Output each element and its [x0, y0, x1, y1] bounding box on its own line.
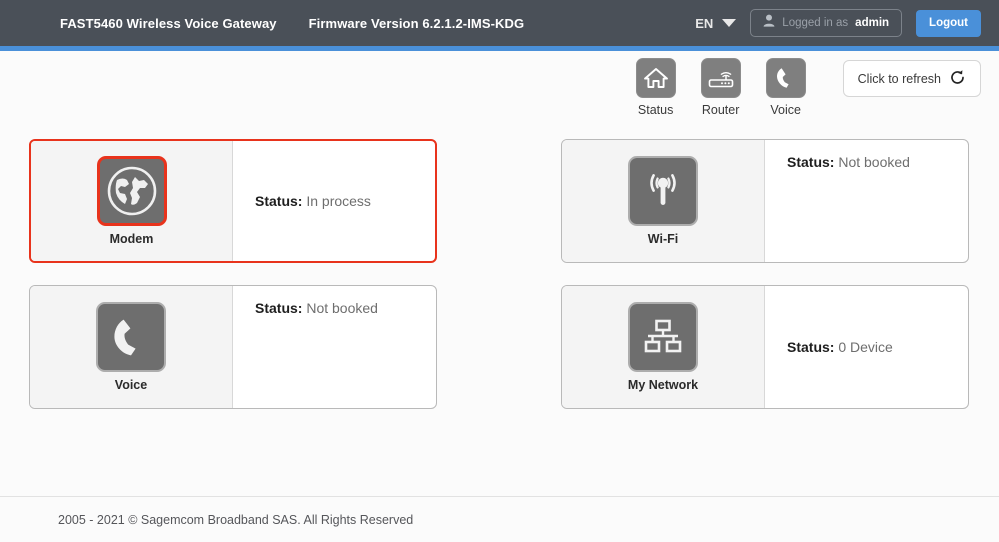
- card-voice[interactable]: Voice Status: Not booked: [29, 285, 437, 409]
- status-value: In process: [306, 193, 371, 209]
- card-wifi-icon-pane: Wi-Fi: [562, 140, 765, 262]
- card-voice-label: Voice: [115, 378, 147, 392]
- user-icon: [763, 14, 775, 32]
- card-wifi-status-pane: Status: Not booked: [765, 140, 968, 262]
- status-value: 0 Device: [838, 339, 892, 355]
- refresh-label: Click to refresh: [858, 72, 941, 86]
- card-voice-status-pane: Status: Not booked: [233, 286, 436, 408]
- language-code: EN: [695, 16, 713, 31]
- card-modem-icon-pane: Modem: [31, 141, 233, 261]
- nav-label-voice: Voice: [770, 103, 801, 117]
- card-wifi-status: Status: Not booked: [787, 154, 910, 170]
- chevron-down-icon: [722, 19, 736, 27]
- wifi-icon: [628, 156, 698, 226]
- card-my-network-icon-pane: My Network: [562, 286, 765, 408]
- home-icon: [636, 58, 676, 98]
- status-card-grid: Modem Status: In process Wi-Fi: [29, 139, 969, 409]
- status-value: Not booked: [838, 154, 910, 170]
- app-header: FAST5460 Wireless Voice Gateway Firmware…: [0, 0, 999, 46]
- refresh-icon: [949, 69, 966, 89]
- card-modem[interactable]: Modem Status: In process: [29, 139, 437, 263]
- username-label: admin: [855, 17, 889, 29]
- logout-button[interactable]: Logout: [916, 10, 981, 37]
- copyright-text: 2005 - 2021 © Sagemcom Broadband SAS. Al…: [58, 513, 413, 527]
- app-footer: 2005 - 2021 © Sagemcom Broadband SAS. Al…: [0, 496, 999, 542]
- phone-icon: [766, 58, 806, 98]
- card-my-network-status: Status: 0 Device: [787, 339, 893, 355]
- nav-item-router[interactable]: Router: [697, 58, 745, 117]
- logged-in-status: Logged in as admin: [750, 9, 902, 37]
- globe-icon: [97, 156, 167, 226]
- nav-item-status[interactable]: Status: [632, 58, 680, 117]
- status-key: Status:: [255, 300, 302, 316]
- card-modem-status-pane: Status: In process: [233, 141, 435, 261]
- status-value: Not booked: [306, 300, 378, 316]
- status-key: Status:: [787, 154, 834, 170]
- header-right-controls: EN Logged in as admin Logout: [695, 0, 981, 46]
- language-selector[interactable]: EN: [695, 16, 736, 31]
- top-navigation: Status Router Voice Click to refresh: [632, 58, 981, 117]
- card-my-network-label: My Network: [628, 378, 698, 392]
- firmware-version: Firmware Version 6.2.1.2-IMS-KDG: [309, 16, 525, 31]
- nav-label-router: Router: [702, 103, 740, 117]
- header-accent-stripe: [0, 46, 999, 51]
- network-icon: [628, 302, 698, 372]
- card-voice-icon-pane: Voice: [30, 286, 233, 408]
- logged-in-label: Logged in as: [782, 17, 848, 29]
- card-voice-status: Status: Not booked: [255, 300, 378, 316]
- card-my-network[interactable]: My Network Status: 0 Device: [561, 285, 969, 409]
- product-name: FAST5460 Wireless Voice Gateway: [60, 16, 277, 31]
- card-modem-status: Status: In process: [255, 193, 371, 209]
- card-modem-label: Modem: [110, 232, 154, 246]
- card-wifi[interactable]: Wi-Fi Status: Not booked: [561, 139, 969, 263]
- router-icon: [701, 58, 741, 98]
- status-key: Status:: [255, 193, 302, 209]
- refresh-button[interactable]: Click to refresh: [843, 60, 981, 97]
- nav-item-voice[interactable]: Voice: [762, 58, 810, 117]
- card-wifi-label: Wi-Fi: [648, 232, 678, 246]
- phone-icon: [96, 302, 166, 372]
- card-my-network-status-pane: Status: 0 Device: [765, 286, 968, 408]
- nav-label-status: Status: [638, 103, 673, 117]
- status-key: Status:: [787, 339, 834, 355]
